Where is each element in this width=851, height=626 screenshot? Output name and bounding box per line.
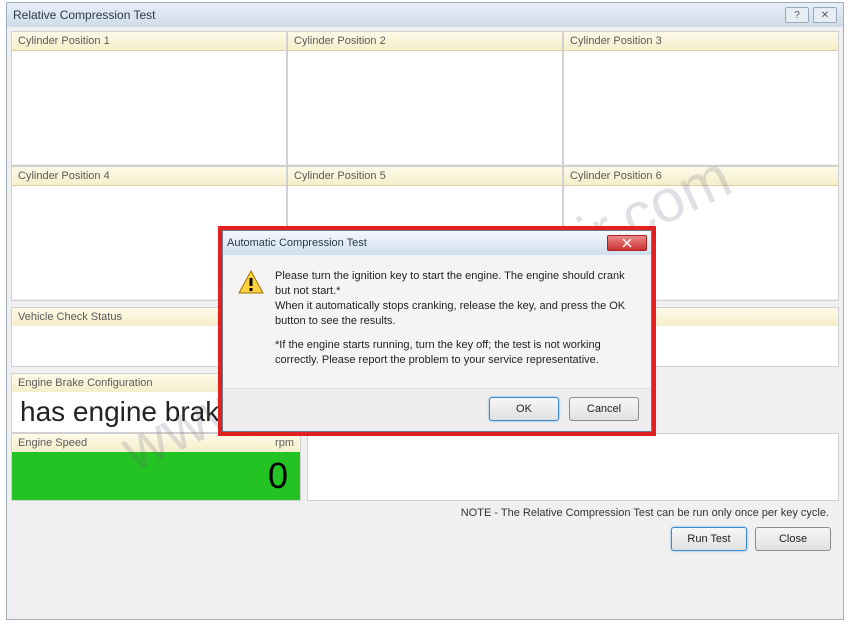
- cylinder-body-2: [288, 51, 562, 164]
- cylinder-header-2: Cylinder Position 2: [288, 32, 562, 51]
- modal-body: Please turn the ignition key to start th…: [223, 255, 651, 388]
- modal-close-button[interactable]: [607, 235, 647, 251]
- cylinder-body-3: [564, 51, 838, 164]
- titlebar-buttons: ? ✕: [785, 7, 837, 23]
- window-titlebar: Relative Compression Test ? ✕: [7, 3, 843, 27]
- help-button[interactable]: ?: [785, 7, 809, 23]
- cylinder-body-1: [12, 51, 286, 164]
- modal-titlebar: Automatic Compression Test: [223, 231, 651, 255]
- modal-highlight-border: Automatic Compression Test Please turn t…: [218, 226, 656, 436]
- modal-para1: Please turn the ignition key to start th…: [275, 270, 625, 297]
- engine-speed-label: Engine Speed: [18, 437, 87, 449]
- engine-speed-unit: rpm: [275, 437, 294, 449]
- cylinder-header-6: Cylinder Position 6: [564, 167, 838, 186]
- modal-para2: When it automatically stops cranking, re…: [275, 300, 625, 327]
- modal-text: Please turn the ignition key to start th…: [275, 269, 637, 378]
- cylinder-row-1: Cylinder Position 1 Cylinder Position 2 …: [11, 31, 839, 166]
- modal-para3: *If the engine starts running, turn the …: [275, 338, 637, 368]
- note-text: NOTE - The Relative Compression Test can…: [11, 507, 839, 519]
- close-window-button[interactable]: ✕: [813, 7, 837, 23]
- cylinder-cell-3: Cylinder Position 3: [563, 31, 839, 166]
- right-blank-panel: [307, 433, 839, 501]
- cancel-button[interactable]: Cancel: [569, 397, 639, 421]
- modal-title-text: Automatic Compression Test: [227, 237, 367, 249]
- engine-speed-body: 0: [12, 452, 300, 500]
- window-title: Relative Compression Test: [13, 8, 156, 22]
- cylinder-header-4: Cylinder Position 4: [12, 167, 286, 186]
- cylinder-header-5: Cylinder Position 5: [288, 167, 562, 186]
- main-button-row: Run Test Close: [11, 527, 839, 551]
- modal-button-row: OK Cancel: [223, 388, 651, 431]
- close-icon: [621, 238, 633, 248]
- cylinder-cell-2: Cylinder Position 2: [287, 31, 563, 166]
- engine-speed-value: 0: [268, 455, 288, 497]
- cylinder-header-1: Cylinder Position 1: [12, 32, 286, 51]
- close-button[interactable]: Close: [755, 527, 831, 551]
- engine-speed-section: Engine Speed rpm 0: [11, 433, 301, 501]
- cylinder-header-3: Cylinder Position 3: [564, 32, 838, 51]
- run-test-button[interactable]: Run Test: [671, 527, 747, 551]
- warning-icon: [237, 269, 265, 297]
- modal-dialog: Automatic Compression Test Please turn t…: [222, 230, 652, 432]
- cylinder-cell-1: Cylinder Position 1: [11, 31, 287, 166]
- ok-button[interactable]: OK: [489, 397, 559, 421]
